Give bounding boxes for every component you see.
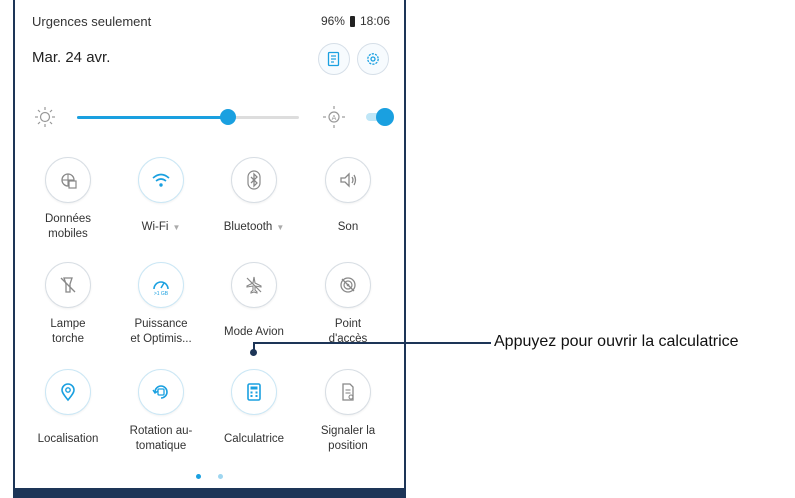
- tile-button[interactable]: [325, 369, 371, 415]
- tile-label: Bluetooth ▼: [208, 220, 300, 235]
- tile-power-saving[interactable]: >1 GB Puissance et Optimis...: [115, 262, 207, 347]
- tile-speaker[interactable]: Son: [302, 157, 394, 235]
- tile-button[interactable]: [138, 369, 184, 415]
- tile-label: Données mobiles: [22, 212, 114, 242]
- auto-rotate-icon: [152, 385, 168, 399]
- battery-icon: [349, 15, 355, 27]
- speaker-icon: [340, 172, 357, 188]
- date-label: Mar. 24 avr.: [32, 49, 111, 66]
- callout-annotation: Appuyez pour ouvrir la calculatrice: [494, 333, 739, 350]
- tile-label-text: Mode Avion: [224, 326, 284, 338]
- tile-location[interactable]: Localisation: [22, 369, 114, 447]
- tile-report-position[interactable]: Signaler la position: [302, 369, 394, 454]
- callout-pointer: [250, 349, 257, 356]
- power-saving-icon: >1 GB: [153, 281, 169, 296]
- tile-label: Signaler la position: [302, 424, 394, 454]
- clock: 18:06: [359, 14, 390, 28]
- tile-button[interactable]: [231, 369, 277, 415]
- tile-label: Mode Avion: [208, 325, 300, 340]
- tile-flashlight[interactable]: Lampe torche: [22, 262, 114, 347]
- tile-button[interactable]: [138, 157, 184, 203]
- tile-bluetooth[interactable]: Bluetooth ▼: [208, 157, 300, 235]
- tile-button[interactable]: [45, 369, 91, 415]
- tile-label-text: Rotation au-tomatique: [129, 425, 193, 452]
- page-dot[interactable]: [217, 474, 223, 479]
- tile-label-text: Point d'accès: [328, 318, 368, 345]
- hotspot-icon: [340, 277, 356, 293]
- tile-wifi[interactable]: Wi-Fi ▼: [115, 157, 207, 235]
- auto-brightness-icon: A: [323, 106, 345, 128]
- tile-label: Calculatrice: [208, 432, 300, 447]
- tile-button[interactable]: >1 GB: [138, 262, 184, 308]
- bluetooth-icon: [247, 170, 261, 190]
- tile-label: Lampe torche: [22, 317, 114, 347]
- report-position-icon: [342, 383, 354, 401]
- tile-button[interactable]: [231, 262, 277, 308]
- tile-auto-rotate[interactable]: Rotation au-tomatique: [115, 369, 207, 454]
- notification-mode: Urgences seulement: [32, 14, 152, 29]
- brightness-fill: [77, 116, 228, 119]
- tile-button[interactable]: [325, 157, 371, 203]
- auto-brightness-toggle[interactable]: [364, 108, 394, 126]
- navigation-bar: [15, 488, 404, 498]
- tile-label: Son: [302, 220, 394, 235]
- tile-button[interactable]: [45, 262, 91, 308]
- tile-label-text: Données mobiles: [44, 213, 92, 240]
- calculator-icon: [247, 383, 261, 401]
- settings-button[interactable]: [357, 43, 389, 75]
- status-indicators: 96% 18:06: [321, 14, 390, 28]
- page-dot-active[interactable]: [196, 474, 202, 479]
- page-indicator: [15, 466, 404, 484]
- tile-label-text: Wi-Fi: [141, 221, 169, 233]
- tile-label: Localisation: [22, 432, 114, 447]
- brightness-low-icon: [35, 107, 55, 127]
- airplane-icon: [246, 276, 262, 294]
- tile-calculator[interactable]: Calculatrice: [208, 369, 300, 447]
- dropdown-arrow-icon[interactable]: ▼: [172, 223, 180, 232]
- callout-line: [253, 342, 491, 344]
- tile-label-text: Localisation: [37, 433, 99, 445]
- quick-settings-panel: Urgences seulement 96% 18:06 Mar. 24 avr…: [13, 0, 406, 498]
- tile-label-text: Signaler la position: [320, 425, 376, 452]
- tile-button[interactable]: [231, 157, 277, 203]
- tile-label-text: Bluetooth: [223, 221, 273, 233]
- wifi-icon: [152, 173, 170, 187]
- tile-label: Puissance et Optimis...: [115, 317, 207, 347]
- brightness-row: A: [15, 102, 404, 132]
- tile-label: Rotation au-tomatique: [115, 424, 207, 454]
- tile-airplane[interactable]: Mode Avion: [208, 262, 300, 340]
- tile-button[interactable]: [325, 262, 371, 308]
- gear-icon: [367, 53, 379, 65]
- tile-label-text: Lampe torche: [50, 318, 86, 345]
- tile-label-text: Calculatrice: [223, 433, 285, 445]
- tile-label-text: Puissance et Optimis...: [130, 318, 192, 345]
- mobile-data-icon: [61, 173, 77, 189]
- svg-text:>1 GB: >1 GB: [154, 291, 169, 296]
- edit-tiles-button[interactable]: [318, 43, 350, 75]
- svg-text:A: A: [332, 115, 337, 122]
- brightness-slider-thumb[interactable]: [219, 109, 236, 125]
- tile-label-text: Son: [337, 221, 359, 233]
- edit-icon: [327, 51, 340, 67]
- tile-label: Wi-Fi ▼: [115, 220, 207, 235]
- dropdown-arrow-icon[interactable]: ▼: [276, 223, 284, 232]
- tile-mobile-data[interactable]: Données mobiles: [22, 157, 114, 242]
- battery-percentage: 96%: [320, 14, 345, 28]
- location-icon: [61, 383, 75, 402]
- tile-button[interactable]: [45, 157, 91, 203]
- tile-hotspot[interactable]: Point d'accès: [302, 262, 394, 347]
- flashlight-icon: [60, 277, 76, 293]
